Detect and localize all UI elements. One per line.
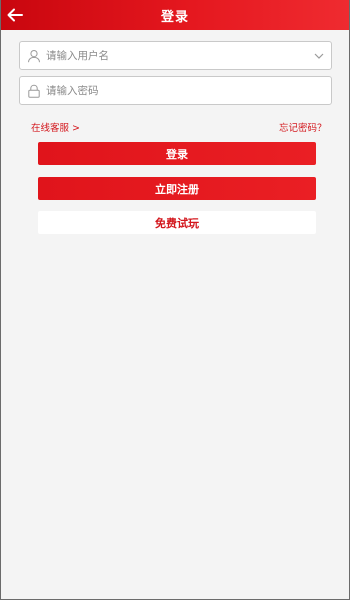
- password-placeholder: 请输入密码: [46, 85, 99, 97]
- lock-icon: [28, 84, 40, 98]
- user-icon: [28, 49, 40, 62]
- password-field[interactable]: 请输入密码: [19, 76, 332, 105]
- register-button[interactable]: 立即注册: [38, 177, 316, 200]
- free-trial-button[interactable]: 免费试玩: [38, 211, 316, 234]
- login-screen: 登录 请输入用户名 请输入密码 在线客服 > 忘记密码？ 登录 立即注册 免费试…: [0, 0, 350, 600]
- forgot-password-link[interactable]: 忘记密码？: [279, 120, 327, 134]
- top-bar: 登录: [1, 0, 349, 30]
- page-title: 登录: [160, 9, 189, 25]
- username-placeholder: 请输入用户名: [46, 50, 109, 62]
- login-button[interactable]: 登录: [38, 142, 316, 165]
- chevron-down-icon[interactable]: [313, 50, 325, 62]
- arrow-left-icon[interactable]: [6, 6, 24, 24]
- online-service-link[interactable]: 在线客服 >: [31, 120, 80, 134]
- username-field[interactable]: 请输入用户名: [19, 41, 332, 70]
